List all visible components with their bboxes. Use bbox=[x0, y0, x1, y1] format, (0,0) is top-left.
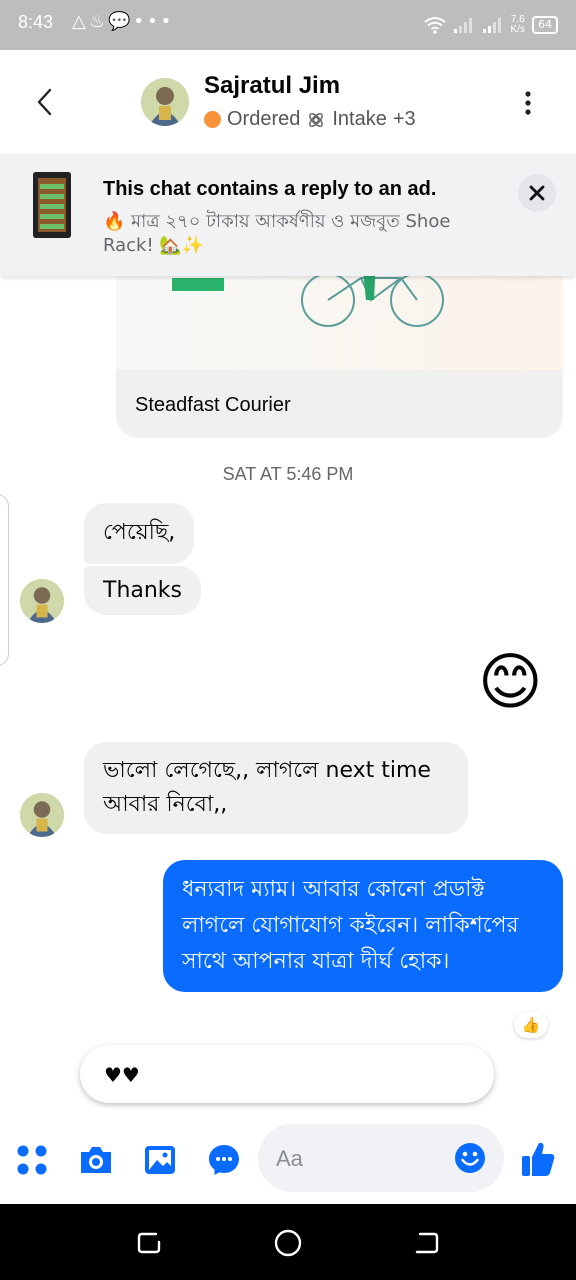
chat-header: Sajratul Jim Ordered Intake +3 bbox=[0, 50, 576, 154]
message-input[interactable]: Aa bbox=[258, 1124, 504, 1192]
contact-avatar[interactable] bbox=[141, 78, 189, 126]
more-options-icon[interactable] bbox=[514, 90, 542, 118]
battery-indicator: 64 bbox=[532, 16, 558, 34]
ad-reply-banner[interactable]: This chat contains a reply to an ad. 🔥 ম… bbox=[0, 154, 576, 276]
wifi-icon bbox=[423, 17, 446, 34]
back-nav-icon[interactable] bbox=[414, 1230, 440, 1256]
incoming-message[interactable]: ভালো লেগেছে,, লাগলে next time আবার নিবো,… bbox=[84, 742, 468, 834]
thumbs-up-reaction[interactable]: 👍 bbox=[514, 1012, 548, 1038]
contact-labels[interactable]: Ordered Intake +3 bbox=[204, 108, 416, 131]
message-input-placeholder: Aa bbox=[276, 1146, 303, 1171]
composer-toolbar: Aa bbox=[0, 1110, 576, 1204]
signal-icon bbox=[453, 18, 472, 33]
home-icon[interactable] bbox=[273, 1228, 303, 1258]
more-actions-icon[interactable] bbox=[16, 1144, 48, 1176]
more-labels-count: +3 bbox=[392, 108, 416, 130]
signal-icon-2 bbox=[482, 18, 501, 33]
side-panel-handle[interactable] bbox=[0, 494, 9, 666]
status-right-group: 7.6 K/s 64 bbox=[423, 10, 558, 40]
thumbs-up-send-icon[interactable] bbox=[520, 1140, 556, 1178]
status-time: 8:43 bbox=[18, 12, 54, 32]
system-navigation-bar bbox=[0, 1204, 576, 1280]
contact-name[interactable]: Sajratul Jim bbox=[204, 72, 340, 100]
back-arrow-icon[interactable] bbox=[32, 86, 58, 118]
emoji-message[interactable]: 😊 bbox=[478, 645, 543, 719]
label-intake: Intake bbox=[332, 108, 387, 130]
incoming-message[interactable]: Thanks bbox=[84, 566, 202, 615]
sender-avatar bbox=[20, 579, 64, 623]
emoji-picker-icon[interactable] bbox=[454, 1142, 486, 1174]
close-ad-banner-button[interactable] bbox=[518, 174, 556, 212]
messenger-chat-icon[interactable] bbox=[207, 1143, 241, 1177]
notification-icons: △♨💬••• bbox=[72, 11, 175, 32]
ad-thumbnail bbox=[33, 172, 71, 238]
incoming-message[interactable]: পেয়েছি, bbox=[84, 503, 195, 564]
close-icon bbox=[529, 185, 545, 201]
message-timestamp: SAT AT 5:46 PM bbox=[222, 464, 354, 484]
link-card-title: Steadfast Courier bbox=[135, 394, 291, 416]
ad-banner-title: This chat contains a reply to an ad. bbox=[103, 178, 437, 200]
ad-banner-text: 🔥 মাত্র ২৭০ টাকায় আকর্ষণীয় ও মজবুত Sho… bbox=[103, 211, 451, 256]
camera-icon[interactable] bbox=[78, 1144, 114, 1176]
gallery-icon[interactable] bbox=[143, 1144, 177, 1176]
quick-reply-draft[interactable]: ♥♥ bbox=[80, 1045, 494, 1103]
draft-text: ♥♥ bbox=[104, 1063, 140, 1087]
label-ordered: Ordered bbox=[227, 108, 301, 130]
intake-label-icon bbox=[309, 112, 324, 127]
status-bar: 8:43 △♨💬••• 7.6 K/s 64 bbox=[0, 0, 576, 50]
net-speed: 7.6 K/s bbox=[510, 14, 525, 35]
ordered-label-dot bbox=[204, 111, 221, 128]
outgoing-message[interactable]: ধন্যবাদ ম্যাম। আবার কোনো প্রডাক্ট লাগলে … bbox=[163, 860, 563, 992]
sender-avatar bbox=[20, 793, 64, 837]
recent-apps-icon[interactable] bbox=[136, 1230, 162, 1256]
